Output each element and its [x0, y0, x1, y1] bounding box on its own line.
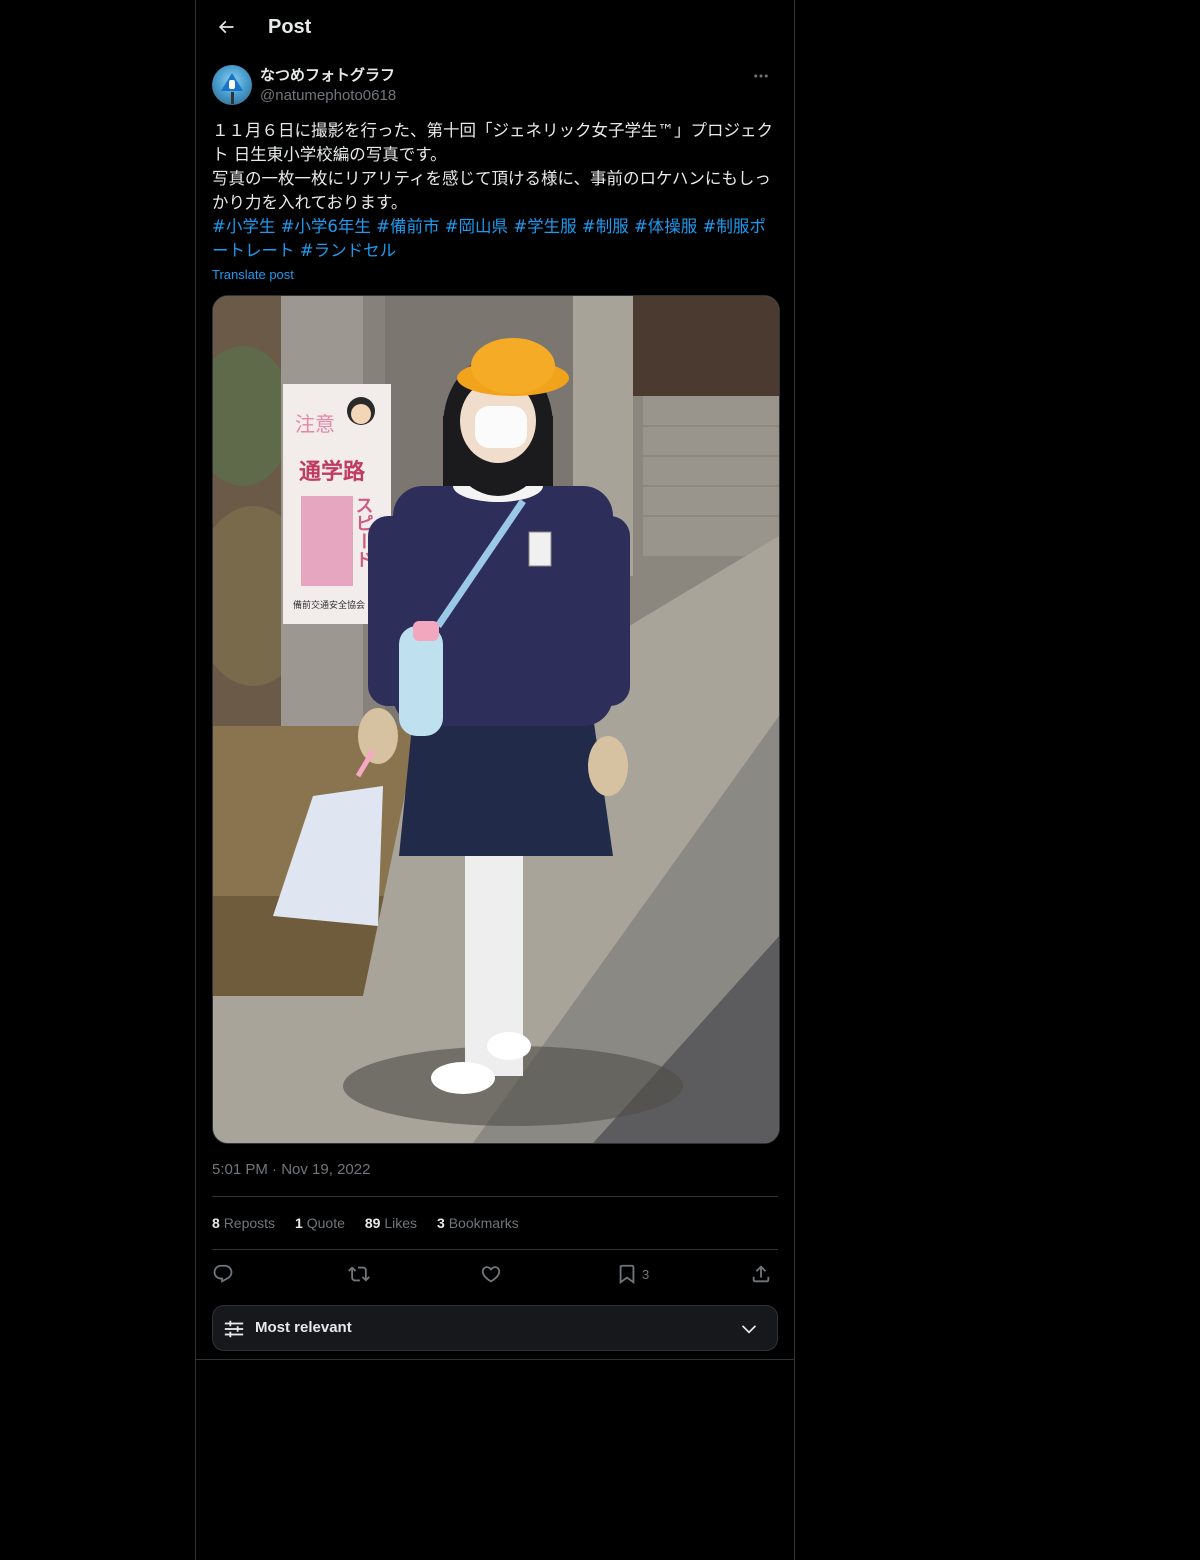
primary-column: Post なつめフォトグラフ @natumephoto0618 １１月６日に撮影… [195, 0, 795, 1560]
reply-sort-dropdown[interactable]: Most relevant [212, 1305, 778, 1351]
sign-text-main: 通学路 [299, 459, 366, 485]
divider [212, 1249, 778, 1250]
hashtag-list: #小学生 #小学6年生 #備前市 #岡山県 #学生服 #制服 #体操服 #制服ポ… [212, 215, 778, 263]
hashtag-link[interactable]: #小学生 [212, 217, 275, 236]
bookmarks-count: 3 [437, 1215, 445, 1231]
hashtag-link[interactable]: #備前市 [376, 217, 439, 236]
hashtag-link[interactable]: #ランドセル [300, 241, 396, 260]
chevron-down-icon [741, 1325, 757, 1334]
photo-illustration: 注意 通学路 スピード 備前交通安全協会 日生支部 [213, 296, 779, 1143]
reposts-stat[interactable]: 8 Reposts [212, 1213, 275, 1235]
likes-count: 89 [364, 1215, 381, 1231]
reposts-count: 8 [212, 1215, 220, 1231]
reply-button[interactable] [212, 1258, 234, 1290]
sliders-icon [224, 1320, 244, 1338]
bookmarks-stat[interactable]: 3 Bookmarks [437, 1213, 519, 1235]
engagement-stats: 8 Reposts 1 Quote 89 Likes 3 Bookmarks [212, 1213, 519, 1235]
repost-button[interactable] [348, 1258, 370, 1290]
like-button[interactable] [480, 1258, 502, 1290]
share-icon [752, 1265, 770, 1283]
translate-post-link[interactable]: Translate post [212, 266, 294, 284]
likes-label: Likes [384, 1215, 418, 1231]
bookmark-count: 3 [642, 1266, 650, 1282]
bookmark-icon [619, 1264, 635, 1285]
author-handle[interactable]: @natumephoto0618 [260, 86, 396, 106]
quotes-count: 1 [295, 1215, 303, 1231]
hashtag-link[interactable]: #制服 [582, 217, 629, 236]
quotes-stat[interactable]: 1 Quote [295, 1213, 345, 1235]
sign-text-top: 注意 [295, 412, 335, 436]
post-text-line-2: 写真の一枚一枚にリアリティを感じて頂ける様に、事前のロケハンにもしっかり力を入れ… [212, 169, 771, 212]
hashtag-link[interactable]: #岡山県 [445, 217, 508, 236]
author-row: なつめフォトグラフ @natumephoto0618 [212, 64, 778, 108]
post-text: １１月６日に撮影を行った、第十回「ジェネリック女子学生™」プロジェクト 日生東小… [212, 119, 778, 263]
back-button[interactable] [208, 9, 244, 45]
reply-icon [213, 1264, 233, 1283]
bookmark-button[interactable]: 3 [616, 1258, 649, 1290]
avatar[interactable] [212, 65, 252, 105]
likes-stat[interactable]: 89 Likes [365, 1213, 417, 1235]
timestamp-separator: · [272, 1161, 278, 1178]
more-icon [754, 74, 768, 78]
arrow-left-icon [218, 20, 234, 34]
post-date[interactable]: Nov 19, 2022 [281, 1161, 370, 1178]
repost-icon [348, 1266, 370, 1282]
divider [212, 1196, 778, 1197]
more-options-button[interactable] [744, 64, 778, 88]
top-bar: Post [196, 0, 794, 54]
author-display-name[interactable]: なつめフォトグラフ [260, 66, 395, 86]
sort-label: Most relevant [255, 1319, 352, 1336]
page-title: Post [268, 16, 312, 38]
post-text-line-1: １１月６日に撮影を行った、第十回「ジェネリック女子学生™」プロジェクト 日生東小… [212, 121, 773, 164]
post-timestamp: 5:01 PM · Nov 19, 2022 [212, 1160, 370, 1180]
hashtag-link[interactable]: #学生服 [513, 217, 576, 236]
action-bar: 3 [212, 1258, 778, 1290]
heart-icon [481, 1266, 501, 1283]
post-photo[interactable]: 注意 通学路 スピード 備前交通安全協会 日生支部 [212, 295, 780, 1144]
divider [196, 1359, 794, 1360]
hashtag-link[interactable]: #体操服 [634, 217, 697, 236]
share-button[interactable] [750, 1258, 772, 1290]
quotes-label: Quote [306, 1215, 345, 1231]
hashtag-link[interactable]: #小学6年生 [281, 217, 371, 236]
bookmarks-label: Bookmarks [448, 1215, 519, 1231]
reposts-label: Reposts [223, 1215, 276, 1231]
post-time[interactable]: 5:01 PM [212, 1161, 268, 1178]
